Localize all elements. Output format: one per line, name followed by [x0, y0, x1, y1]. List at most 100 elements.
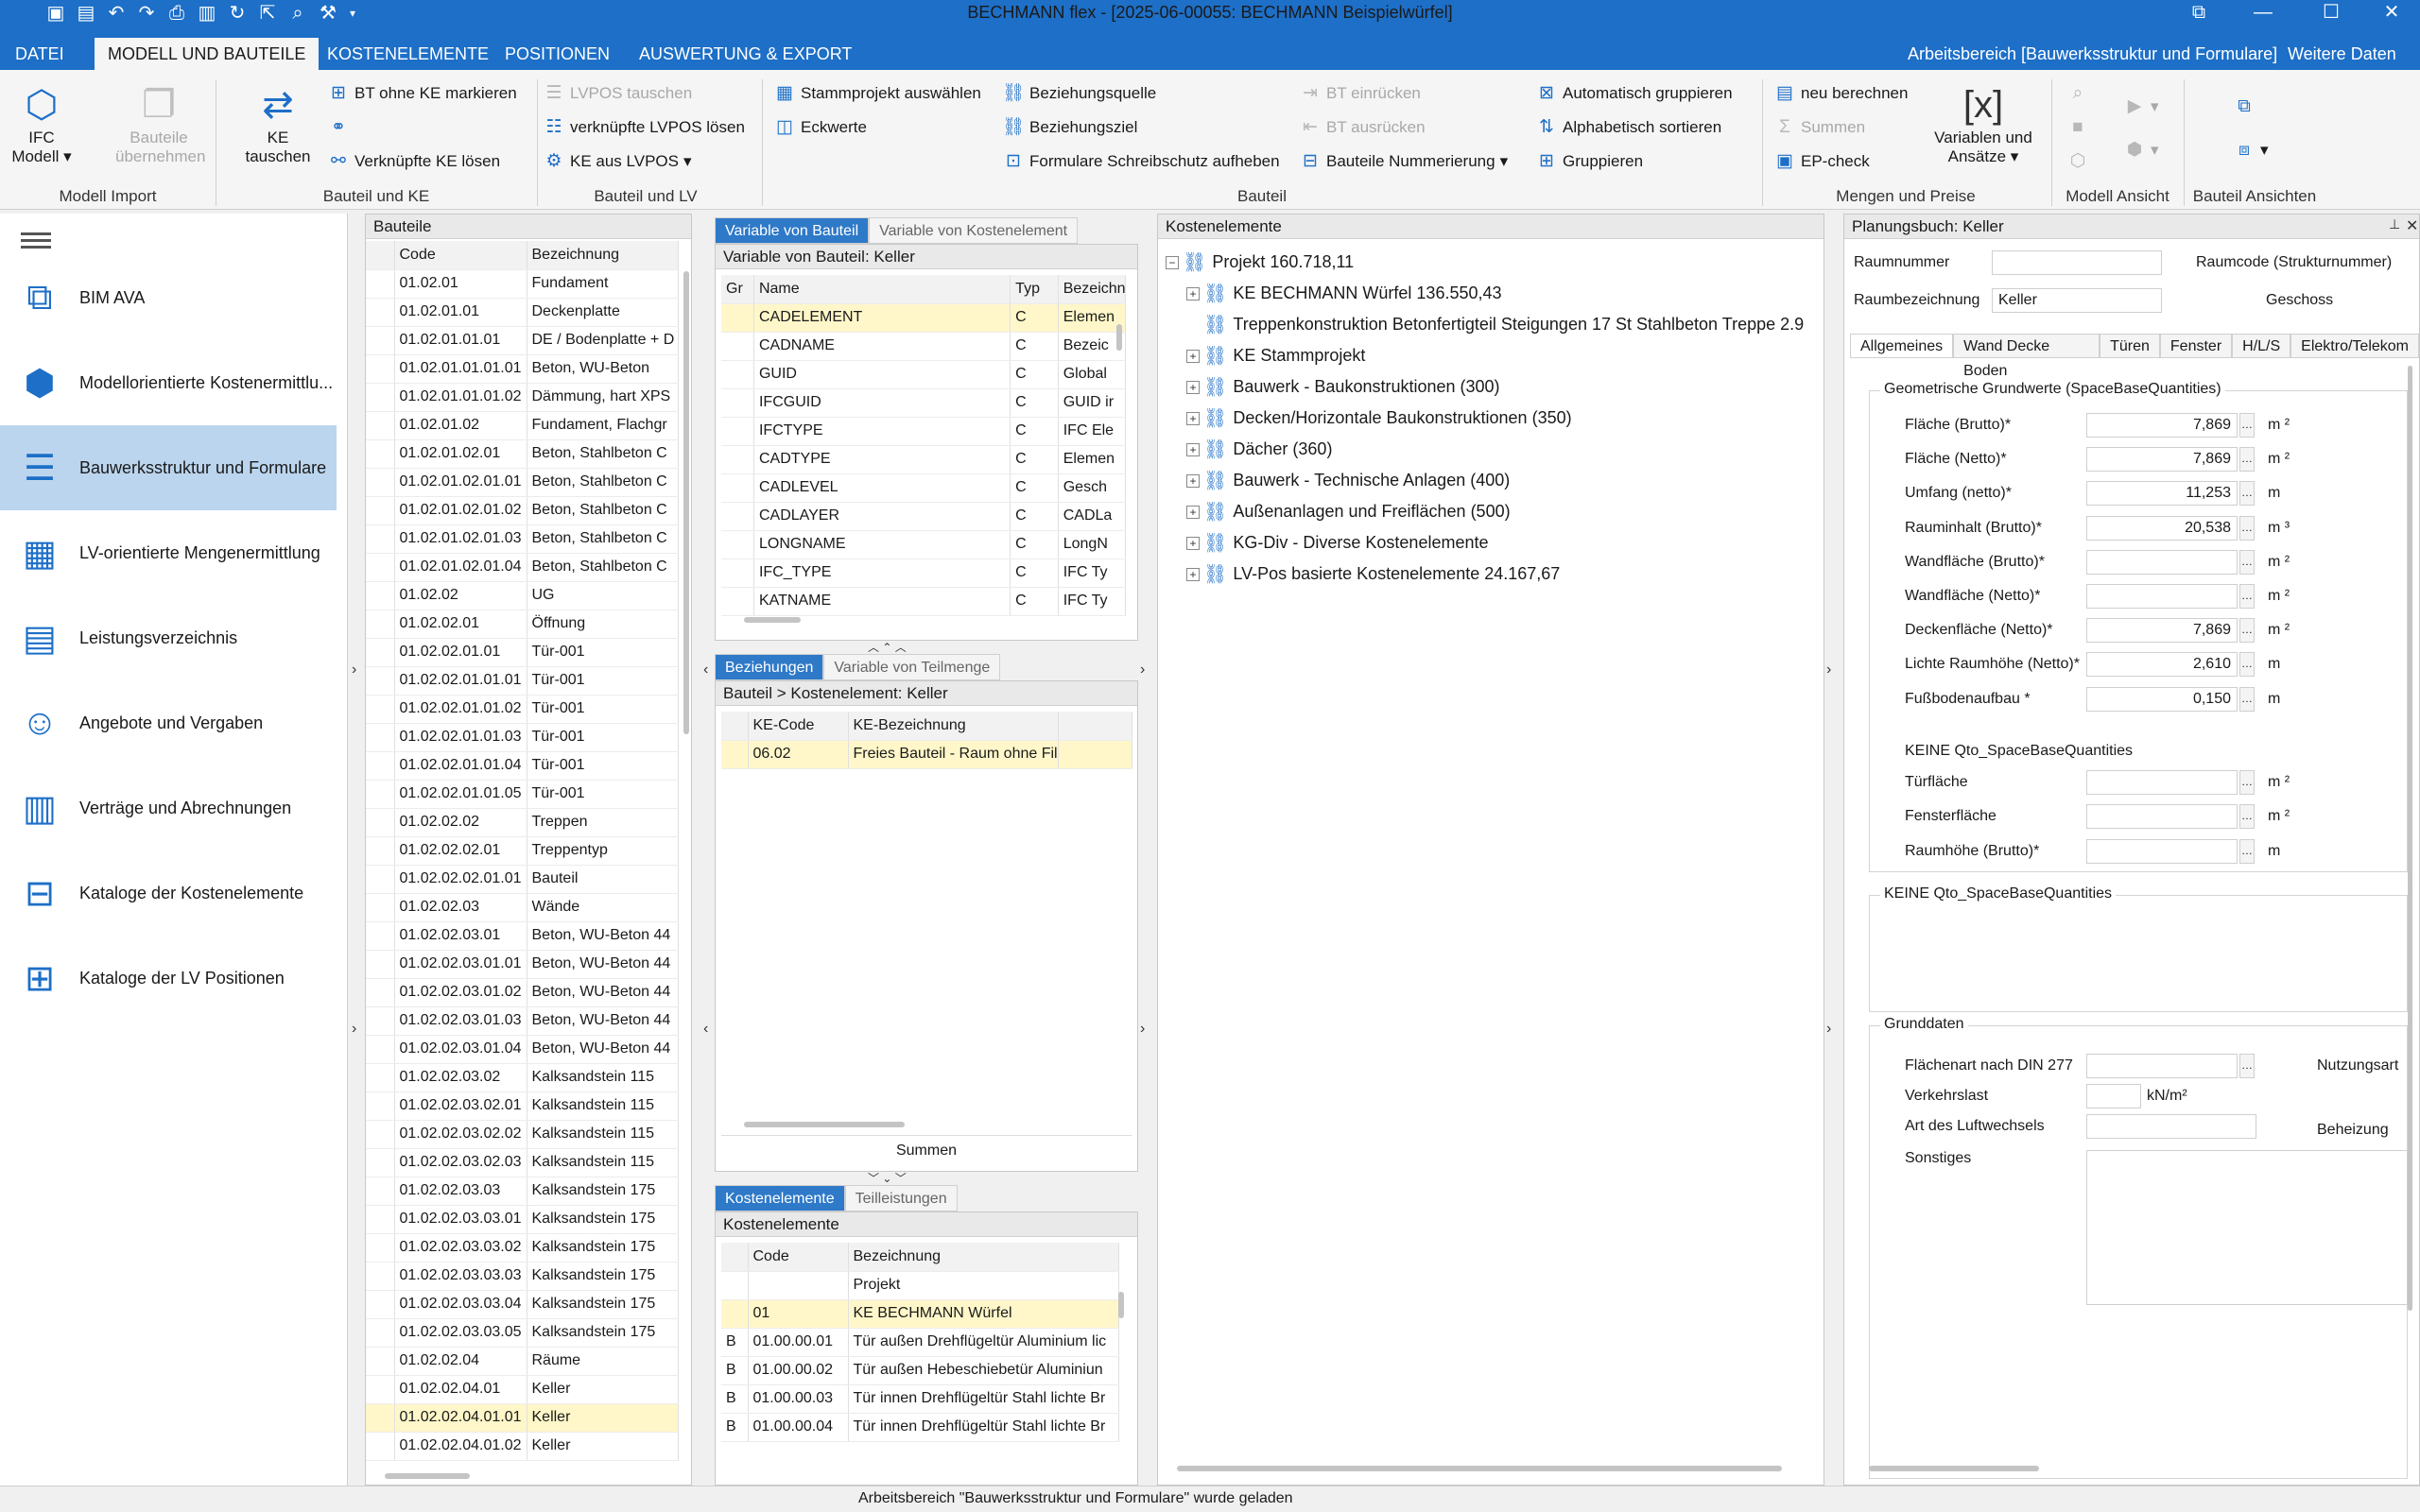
- table-row[interactable]: 01.02.02.04.01.02 Keller: [366, 1432, 679, 1461]
- tree-node[interactable]: + ⛓ Decken/Horizontale Baukonstruktionen (…: [1166, 403, 1804, 434]
- field-picker[interactable]: …: [2239, 584, 2255, 609]
- table-row[interactable]: 01.02.02.04 Räume: [366, 1347, 679, 1376]
- table-row[interactable]: 01.02.02 UG: [366, 581, 679, 610]
- table-row[interactable]: Projekt: [721, 1271, 1119, 1300]
- maximize-button[interactable]: ☐: [2303, 0, 2360, 26]
- menu-modell-und-bauteile[interactable]: MODELL UND BAUTEILE: [95, 38, 320, 70]
- play-icon[interactable]: ▶ ▾: [2123, 93, 2159, 121]
- ke-tauschen-button[interactable]: ⇄ KE tauschen: [240, 81, 316, 166]
- expand-toggle-icon[interactable]: +: [1186, 473, 1200, 488]
- tree-node[interactable]: + ⛓ LV-Pos basierte Kostenelemente 24.167,…: [1166, 558, 1804, 590]
- beziehungen-hscrollbar[interactable]: [744, 1122, 905, 1127]
- variablen-scrollbar[interactable]: [1116, 324, 1122, 351]
- table-row[interactable]: 01.02.02.03.01.04 Beton, WU-Beton 44: [366, 1035, 679, 1064]
- table-row[interactable]: 01.02.02.02.01 Treppentyp: [366, 836, 679, 866]
- pb-tab-0[interactable]: Allgemeines: [1850, 334, 1954, 358]
- formulare-schreibschutz-button[interactable]: ⊡ Formulare Schreibschutz aufheben: [1002, 147, 1280, 176]
- table-row[interactable]: 01.02.02.03.01.01 Beton, WU-Beton 44: [366, 950, 679, 979]
- table-row[interactable]: 01.02.02.03.01.03 Beton, WU-Beton 44: [366, 1006, 679, 1036]
- splitter-arrows-bottom[interactable]: ﹀ ⌄ ﹀: [868, 1170, 907, 1186]
- bauteile-uebernehmen-button[interactable]: ❐ Bauteile übernehmen: [115, 81, 205, 166]
- col-ke-code-bottom[interactable]: Code: [748, 1243, 849, 1272]
- eckwerte-button[interactable]: ◫ Eckwerte: [773, 113, 867, 142]
- table-row[interactable]: CADNAME C Bezeic: [721, 332, 1127, 361]
- tab-beziehungen[interactable]: Beziehungen: [715, 654, 824, 680]
- table-row[interactable]: 01.02.02.01.01.05 Tür-001: [366, 780, 679, 809]
- pane-close-icon[interactable]: ✕: [2406, 216, 2418, 235]
- menu-datei[interactable]: DATEI: [6, 38, 74, 70]
- table-row[interactable]: IFCTYPE C IFC Ele: [721, 417, 1127, 446]
- table-row[interactable]: 01.02.02.03.01.02 Beton, WU-Beton 44: [366, 978, 679, 1007]
- tree-node[interactable]: + ⛓ KE Stammprojekt: [1166, 340, 1804, 371]
- col-ke-code[interactable]: KE-Code: [748, 712, 849, 741]
- table-row[interactable]: 01.02.02.03.01 Beton, WU-Beton 44: [366, 921, 679, 951]
- link-ke-button[interactable]: ⚭: [327, 113, 350, 142]
- table-row[interactable]: 01.02.02.03.02.02 Kalksandstein 115: [366, 1120, 679, 1149]
- bauteile-hscrollbar[interactable]: [385, 1473, 470, 1479]
- table-row[interactable]: B 01.00.00.04 Tür innen Drehflügeltür Stah…: [721, 1413, 1119, 1442]
- tree-hscrollbar[interactable]: [1177, 1466, 1782, 1471]
- field-input[interactable]: 0,150: [2086, 686, 2238, 712]
- col-ke-bezeichnung[interactable]: KE-Bezeichnung: [848, 712, 1059, 741]
- pb-tab-5[interactable]: Elektro/Telekom: [2290, 334, 2419, 358]
- table-row[interactable]: 01.02.02.03.03.02 Kalksandstein 175: [366, 1233, 679, 1263]
- field-picker[interactable]: …: [2239, 413, 2255, 438]
- tree-node[interactable]: + ⛓ KG-Div - Diverse Kostenelemente: [1166, 527, 1804, 558]
- flaechenart-input[interactable]: [2086, 1054, 2238, 1078]
- verkehrslast-input[interactable]: [2086, 1084, 2141, 1108]
- field-input[interactable]: 2,610: [2086, 652, 2238, 678]
- bauteil-ansicht-icon[interactable]: ⧉: [2233, 93, 2256, 121]
- tab-teilleistungen[interactable]: Teilleistungen: [844, 1185, 958, 1211]
- table-row[interactable]: B 01.00.00.03 Tür innen Drehflügeltür Stah…: [721, 1384, 1119, 1414]
- zoom-icon[interactable]: ⌕: [2066, 79, 2089, 108]
- table-row[interactable]: 01.02.01.01 Deckenplatte: [366, 298, 679, 327]
- field-picker[interactable]: …: [2239, 481, 2255, 507]
- collapse-right-arrow[interactable]: ›: [1826, 662, 1831, 679]
- tree-node[interactable]: − ⛓ Projekt 160.718,11: [1166, 247, 1804, 278]
- table-row[interactable]: 01.02.02.03.03.05 Kalksandstein 175: [366, 1318, 679, 1348]
- restore-layout-icon[interactable]: ⧉: [2170, 0, 2227, 26]
- expand-mid-arrow[interactable]: ›: [1140, 662, 1145, 679]
- expand-toggle-icon[interactable]: +: [1186, 505, 1200, 519]
- table-row[interactable]: CADTYPE C Elemen: [721, 445, 1127, 474]
- kostenelemente-scrollbar[interactable]: [1118, 1292, 1124, 1318]
- pin-icon[interactable]: ⊥: [2389, 216, 2400, 232]
- table-row[interactable]: 01.02.02.03.03 Kalksandstein 175: [366, 1177, 679, 1206]
- tab-variable-von-kostenelement[interactable]: Variable von Kostenelement: [869, 217, 1079, 244]
- pb-tab-4[interactable]: H/L/S: [2232, 334, 2291, 358]
- col-gr[interactable]: Gr: [721, 275, 754, 304]
- field-input[interactable]: 7,869: [2086, 618, 2238, 644]
- expand-right-arrow[interactable]: ›: [1826, 1021, 1831, 1038]
- luftwechsel-input[interactable]: [2086, 1114, 2256, 1139]
- expand-mid-arrow-2[interactable]: ›: [1140, 1021, 1145, 1038]
- table-row[interactable]: 01.02.02.01.01.01 Tür-001: [366, 666, 679, 696]
- alpha-sortieren-button[interactable]: ⇅ Alphabetisch sortieren: [1535, 113, 1721, 142]
- bt-ausruecken-button[interactable]: ⇤ BT ausrücken: [1299, 113, 1426, 142]
- table-row[interactable]: KATNAME C IFC Ty: [721, 587, 1127, 616]
- collapse-mid-arrow[interactable]: ‹: [703, 662, 708, 679]
- field-input[interactable]: [2086, 838, 2238, 864]
- field-input[interactable]: [2086, 549, 2238, 575]
- tab-kostenelemente[interactable]: Kostenelemente: [715, 1185, 845, 1211]
- table-row[interactable]: 01.02.02.03.03.01 Kalksandstein 175: [366, 1205, 679, 1234]
- raumbezeichnung-input[interactable]: Keller: [1992, 288, 2162, 313]
- table-row[interactable]: 01.02.01.01.01.02 Dämmung, hart XPS: [366, 383, 679, 412]
- render-icon[interactable]: ⬢ ▾: [2123, 136, 2159, 164]
- table-row[interactable]: GUID C Global: [721, 360, 1127, 389]
- nav-item-7[interactable]: ⊟ Kataloge der Kostenelemente: [0, 850, 337, 936]
- field-picker[interactable]: …: [2239, 515, 2255, 541]
- summen-label[interactable]: Summen: [721, 1135, 1132, 1165]
- bauteile-nummerierung-button[interactable]: ⊟ Bauteile Nummerierung ▾: [1299, 147, 1508, 176]
- tree-node[interactable]: + ⛓ Bauwerk - Technische Anlagen (400): [1166, 465, 1804, 496]
- menu-positionen[interactable]: POSITIONEN: [495, 38, 619, 70]
- field-picker[interactable]: …: [2239, 652, 2255, 678]
- gruppieren-button[interactable]: ⊞ Gruppieren: [1535, 147, 1643, 176]
- menu-weitere-daten[interactable]: Weitere Daten: [2278, 38, 2406, 70]
- table-row[interactable]: 01.02.02.03.03.04 Kalksandstein 175: [366, 1290, 679, 1319]
- table-row[interactable]: B 01.00.00.02 Tür außen Hebeschiebetür Alu…: [721, 1356, 1119, 1385]
- flaechenart-picker[interactable]: …: [2239, 1054, 2255, 1078]
- expand-toggle-icon[interactable]: +: [1186, 536, 1200, 550]
- ifc-modell-button[interactable]: ⬡ IFC Modell ▾: [6, 81, 78, 166]
- variablen-hscrollbar[interactable]: [744, 617, 801, 623]
- collapse-left-arrow[interactable]: ›: [352, 662, 356, 679]
